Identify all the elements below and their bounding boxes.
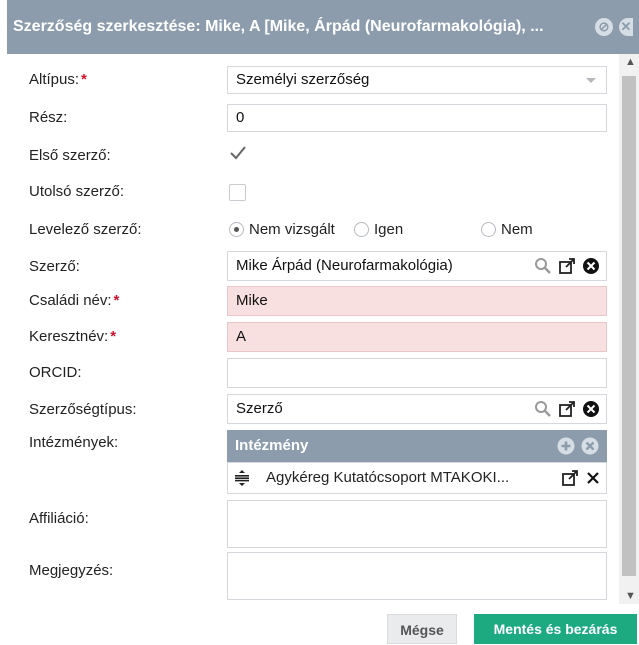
search-icon[interactable]: [534, 257, 552, 275]
cancel-circle-icon[interactable]: ⊘: [595, 18, 613, 36]
required-marker: *: [113, 292, 120, 309]
subtype-value: Személyi szerzőség: [236, 71, 370, 88]
first-author-label: Első szerző:: [29, 147, 111, 164]
cancel-button[interactable]: Mégse: [387, 614, 457, 644]
part-input[interactable]: 0: [227, 104, 607, 132]
radio-unselected-icon: [354, 222, 369, 237]
family-name-value: Mike: [236, 292, 268, 309]
given-name-value: A: [236, 328, 247, 345]
open-external-icon[interactable]: [558, 257, 576, 275]
subtype-select[interactable]: Személyi szerzőség: [227, 66, 607, 94]
last-author-checkbox[interactable]: [229, 184, 246, 201]
open-external-icon[interactable]: [558, 400, 576, 418]
vertical-scrollbar[interactable]: ▲ ▼: [619, 54, 639, 604]
subtype-label: Altípus: *: [29, 71, 87, 88]
scroll-up-icon[interactable]: ▲: [625, 56, 636, 68]
open-external-icon[interactable]: [561, 469, 579, 487]
add-circle-icon[interactable]: [557, 437, 575, 455]
institution-column-header: Intézmény: [235, 437, 309, 454]
search-icon[interactable]: [534, 400, 552, 418]
institutions-grid-header: Intézmény: [227, 430, 607, 462]
scrollbar-thumb[interactable]: [622, 76, 636, 576]
radio-label: Nem vizsgált: [249, 221, 335, 238]
radio-unselected-icon: [481, 222, 496, 237]
radio-selected-icon: [229, 222, 244, 237]
first-author-checkbox[interactable]: [227, 142, 249, 164]
drag-handle-icon[interactable]: [234, 470, 250, 486]
form-content: Altípus: * Személyi szerzőség Rész: 0 Els…: [7, 54, 619, 604]
last-author-label: Utolsó szerző:: [29, 183, 125, 200]
given-name-input[interactable]: A: [227, 322, 607, 352]
clear-circle-icon[interactable]: [582, 257, 600, 275]
chevron-down-icon: [586, 78, 596, 83]
author-label: Szerző:: [29, 258, 80, 275]
required-marker: *: [81, 71, 87, 88]
orcid-label: ORCID:: [29, 364, 82, 381]
author-lookup[interactable]: Mike Árpád (Neurofarmakológia): [227, 251, 607, 281]
radio-nem[interactable]: Nem: [481, 221, 533, 238]
institutions-label: Intézmények:: [29, 434, 119, 451]
edit-authorship-dialog: Szerzőség szerkesztése: Mike, A [Mike, Á…: [7, 0, 639, 645]
required-marker: *: [110, 328, 117, 345]
dialog-footer: Mégse Mentés és bezárás: [7, 604, 639, 645]
save-and-close-button[interactable]: Mentés és bezárás: [474, 614, 637, 644]
checkmark-icon: [230, 146, 246, 160]
author-value: Mike Árpád (Neurofarmakológia): [236, 257, 453, 274]
scroll-down-icon[interactable]: ▼: [625, 590, 636, 602]
authorship-type-lookup[interactable]: Szerző: [227, 394, 607, 424]
institution-name: Agykéreg Kutatócsoport MTAKOKI...: [266, 469, 510, 486]
given-name-label: Keresztnév: *: [29, 328, 117, 345]
remove-circle-icon[interactable]: [581, 437, 599, 455]
authorship-type-value: Szerző: [236, 400, 283, 417]
close-circle-icon[interactable]: ✕: [619, 18, 633, 36]
note-label: Megjegyzés:: [29, 562, 114, 579]
note-textarea[interactable]: [227, 552, 607, 600]
radio-label: Igen: [374, 221, 404, 238]
part-value: 0: [236, 109, 245, 126]
radio-nem-vizsgalt[interactable]: Nem vizsgált: [229, 221, 335, 238]
dialog-titlebar: Szerzőség szerkesztése: Mike, A [Mike, Á…: [7, 0, 639, 54]
affiliation-label: Affiliáció:: [29, 510, 89, 527]
clear-circle-icon[interactable]: [582, 400, 600, 418]
family-name-label: Családi név: *: [29, 292, 120, 309]
institution-row[interactable]: Agykéreg Kutatócsoport MTAKOKI...: [227, 462, 607, 494]
corresponding-author-label: Levelező szerző:: [29, 221, 142, 238]
family-name-input[interactable]: Mike: [227, 286, 607, 316]
authorship-type-label: Szerzőségtípus:: [29, 401, 137, 418]
close-icon[interactable]: [586, 471, 600, 485]
radio-igen[interactable]: Igen: [354, 221, 403, 238]
dialog-title: Szerzőség szerkesztése: Mike, A [Mike, Á…: [13, 18, 544, 35]
radio-label: Nem: [501, 221, 533, 238]
orcid-input[interactable]: [227, 358, 607, 388]
part-label: Rész:: [29, 109, 68, 126]
affiliation-textarea[interactable]: [227, 500, 607, 548]
